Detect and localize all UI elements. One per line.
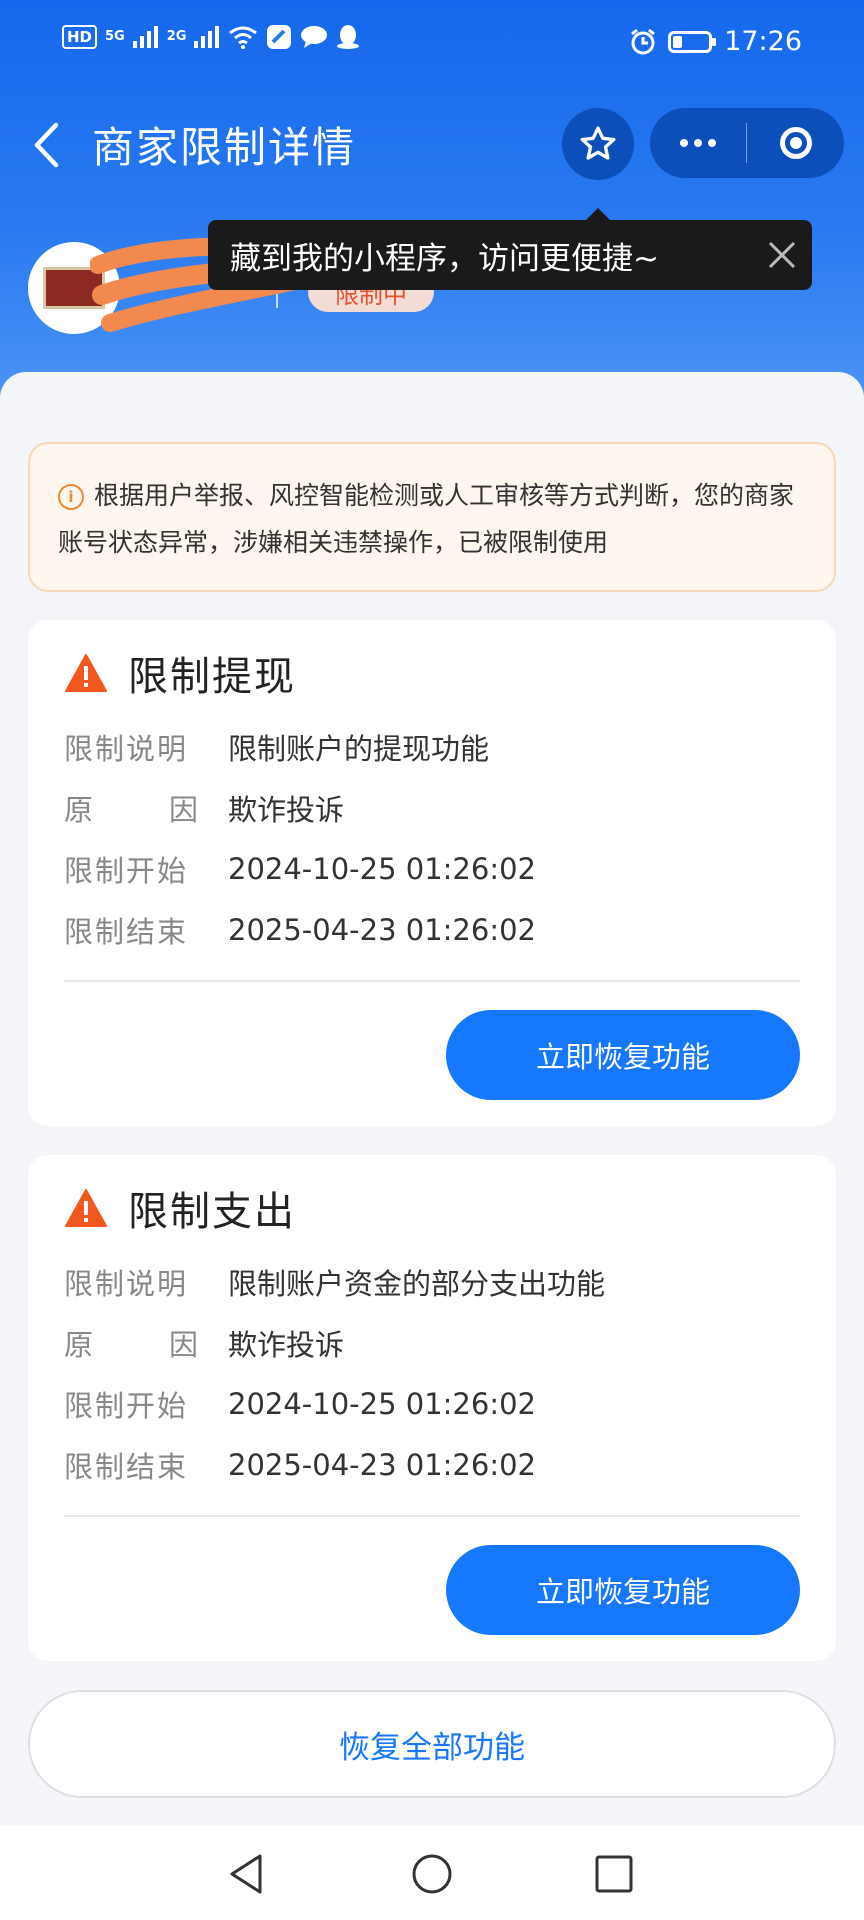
row-start: 限制开始 2024-10-25 01:26:02 (64, 848, 536, 890)
value-end: 2025-04-23 01:26:02 (228, 913, 536, 947)
page-title: 商家限制详情 (92, 123, 357, 172)
warning-icon (65, 1189, 107, 1227)
row-description: 限制说明 限制账户的提现功能 (64, 726, 489, 768)
label-reason-char-1: 原 (64, 793, 96, 827)
mini-program-capsule (650, 108, 844, 178)
card-divider (64, 1515, 800, 1517)
label-description: 限制说明 (64, 732, 189, 766)
system-back-button[interactable] (216, 1844, 276, 1904)
row-reason: 原因 欺诈投诉 (64, 1322, 344, 1364)
battery-level (673, 35, 682, 48)
tooltip-close-button[interactable] (752, 225, 812, 285)
signal-2g-label: 2G (166, 29, 187, 44)
chat-icon (301, 26, 328, 48)
label-reason-char-1: 原 (64, 1328, 96, 1362)
exit-button[interactable] (747, 127, 844, 159)
value-start: 2024-10-25 01:26:02 (228, 852, 536, 886)
close-icon (768, 241, 796, 269)
system-navigation-bar (0, 1826, 864, 1920)
card-divider (64, 980, 800, 982)
label-description: 限制说明 (64, 1267, 189, 1301)
row-description: 限制说明 限制账户资金的部分支出功能 (64, 1261, 605, 1303)
card-header: 限制支出 (64, 1179, 296, 1237)
label-reason-char-2: 因 (168, 793, 200, 827)
label-end: 限制结束 (64, 1450, 189, 1484)
signal-5g-label: 5G (105, 29, 125, 44)
restriction-notice: i 根据用户举报、风控智能检测或人工审核等方式判断，您的商家账号状态异常，涉嫌相关… (28, 442, 836, 592)
row-end: 限制结束 2025-04-23 01:26:02 (64, 909, 536, 951)
star-icon (580, 126, 616, 160)
battery-icon (668, 30, 717, 53)
add-to-my-mini-programs-tooltip: 藏到我的小程序，访问更便捷~ (208, 220, 812, 290)
status-bar: HD 5G 2G 17:26 (0, 0, 864, 88)
system-recents-button[interactable] (584, 1844, 644, 1904)
status-left: HD 5G 2G (62, 24, 360, 50)
signal-2g-icon (194, 26, 220, 48)
row-end: 限制结束 2025-04-23 01:26:02 (64, 1444, 536, 1486)
row-reason: 原因 欺诈投诉 (64, 787, 344, 829)
info-icon: i (58, 484, 84, 510)
value-start: 2024-10-25 01:26:02 (228, 1387, 536, 1421)
label-start: 限制开始 (64, 1389, 189, 1423)
clock: 17:26 (724, 26, 802, 57)
warning-icon (65, 654, 107, 692)
row-start: 限制开始 2024-10-25 01:26:02 (64, 1383, 536, 1425)
wifi-icon (229, 26, 258, 49)
app-icon (267, 25, 292, 49)
restore-withdrawal-button[interactable]: 立即恢复功能 (446, 1010, 800, 1100)
qq-icon (337, 25, 360, 49)
target-dot (789, 137, 802, 149)
more-button[interactable] (650, 139, 746, 147)
label-reason-char-2: 因 (168, 1328, 200, 1362)
square-recents-icon (595, 1855, 633, 1893)
chevron-left-icon (34, 122, 59, 168)
card-header: 限制提现 (64, 644, 296, 702)
back-button[interactable] (24, 115, 68, 175)
tooltip-text: 藏到我的小程序，访问更便捷~ (230, 240, 659, 277)
restore-expenditure-button[interactable]: 立即恢复功能 (446, 1545, 800, 1635)
value-end: 2025-04-23 01:26:02 (228, 1448, 536, 1482)
favorite-button[interactable] (562, 108, 634, 180)
hd-icon: HD (62, 25, 98, 49)
value-description: 限制账户的提现功能 (228, 732, 490, 766)
more-dot (694, 139, 702, 147)
more-dot (708, 139, 716, 147)
card-title: 限制提现 (128, 654, 296, 700)
restriction-card-expenditure: 限制支出 限制说明 限制账户资金的部分支出功能 原因 欺诈投诉 限制开始 202… (28, 1155, 836, 1661)
more-dots-icon (680, 139, 688, 147)
alarm-icon (631, 28, 656, 54)
target-icon (779, 127, 812, 159)
status-right: 17:26 (630, 26, 802, 57)
value-reason: 欺诈投诉 (228, 793, 345, 827)
label-reason: 原因 (64, 1322, 200, 1364)
value-description: 限制账户资金的部分支出功能 (228, 1267, 606, 1301)
circle-home-icon (412, 1854, 452, 1894)
signal-5g-icon (132, 26, 158, 48)
label-reason: 原因 (64, 787, 200, 829)
label-end: 限制结束 (64, 915, 189, 949)
card-title: 限制支出 (128, 1189, 296, 1235)
triangle-back-icon (230, 1854, 262, 1894)
restriction-card-withdrawal: 限制提现 限制说明 限制账户的提现功能 原因 欺诈投诉 限制开始 2024-10… (28, 620, 836, 1126)
notice-text: 根据用户举报、风控智能检测或人工审核等方式判断，您的商家账号状态异常，涉嫌相关违… (58, 481, 795, 557)
value-reason: 欺诈投诉 (228, 1328, 345, 1362)
restore-all-button[interactable]: 恢复全部功能 (28, 1690, 836, 1798)
system-home-button[interactable] (402, 1844, 462, 1904)
label-start: 限制开始 (64, 854, 189, 888)
